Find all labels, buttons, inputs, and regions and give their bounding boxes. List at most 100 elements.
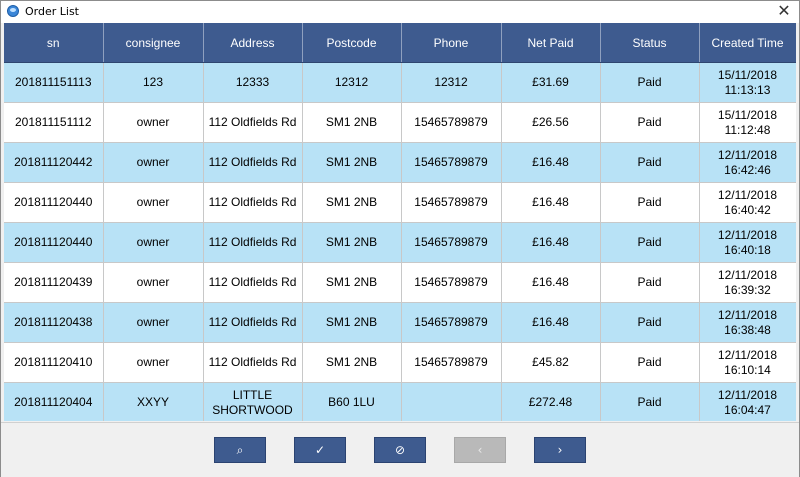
cell-postcode: SM1 2NB — [302, 262, 402, 303]
cell-sn: 201811120410 — [4, 342, 104, 383]
app-icon — [7, 5, 19, 17]
cell-postcode: SM1 2NB — [302, 342, 402, 383]
cell-address: 112 Oldfields Rd — [203, 142, 303, 183]
cell-sn: 201811120439 — [4, 262, 104, 303]
cell-consignee: 123 — [103, 62, 204, 103]
cell-consignee: owner — [103, 102, 204, 143]
cell-sn: 201811120404 — [4, 382, 104, 421]
cell-consignee: owner — [103, 182, 204, 223]
order-list-window: Order List ✕ sn consignee Address Postcode P… — [0, 0, 800, 477]
cell-sn: 201811120440 — [4, 182, 104, 223]
next-page-button[interactable]: › — [534, 437, 586, 463]
cell-consignee: owner — [103, 302, 204, 343]
cell-postcode: SM1 2NB — [302, 302, 402, 343]
close-button[interactable]: ✕ — [769, 1, 799, 23]
cell-created-time: 12/11/2018 16:04:47 — [699, 382, 796, 421]
cell-sn: 201811120442 — [4, 142, 104, 183]
column-header-postcode[interactable]: Postcode — [302, 23, 402, 63]
cell-phone: 15465789879 — [401, 222, 502, 263]
cell-status: Paid — [600, 222, 700, 263]
cell-phone: 15465789879 — [401, 182, 502, 223]
search-button[interactable]: ⌕ — [214, 437, 266, 463]
cell-consignee: XXYY — [103, 382, 204, 421]
column-header-phone[interactable]: Phone — [401, 23, 502, 63]
cell-created-time: 12/11/2018 16:10:14 — [699, 342, 796, 383]
cell-consignee: owner — [103, 262, 204, 303]
cell-net-paid: £26.56 — [501, 102, 601, 143]
cell-postcode: SM1 2NB — [302, 142, 402, 183]
cell-address: LITTLE SHORTWOOD — [203, 382, 303, 421]
table-row[interactable]: 201811120410 owner 112 Oldfields Rd SM1 2NB… — [4, 342, 796, 383]
column-header-status[interactable]: Status — [600, 23, 700, 63]
cell-sn: 201811151112 — [4, 102, 104, 143]
column-header-created-time[interactable]: Created Time — [699, 23, 796, 63]
column-header-consignee[interactable]: consignee — [103, 23, 204, 63]
cell-address: 12333 — [203, 62, 303, 103]
cell-consignee: owner — [103, 222, 204, 263]
window-title: Order List — [25, 5, 79, 18]
pager-toolbar: ⌕ ✓ ⊘ ‹ › — [1, 422, 799, 477]
table-row[interactable]: 201811120404 XXYY LITTLE SHORTWOOD B60 1LU £… — [4, 382, 796, 421]
cell-status: Paid — [600, 182, 700, 223]
cell-net-paid: £16.48 — [501, 262, 601, 303]
cell-created-time: 12/11/2018 16:38:48 — [699, 302, 796, 343]
cell-net-paid: £45.82 — [501, 342, 601, 383]
cell-status: Paid — [600, 382, 700, 421]
table-row[interactable]: 201811120440 owner 112 Oldfields Rd SM1 2NB… — [4, 182, 796, 223]
cell-address: 112 Oldfields Rd — [203, 342, 303, 383]
cell-phone: 15465789879 — [401, 302, 502, 343]
cell-address: 112 Oldfields Rd — [203, 262, 303, 303]
cell-created-time: 12/11/2018 16:42:46 — [699, 142, 796, 183]
confirm-button[interactable]: ✓ — [294, 437, 346, 463]
cell-consignee: owner — [103, 342, 204, 383]
order-grid[interactable]: sn consignee Address Postcode Phone Net Paid S… — [4, 23, 796, 421]
cell-net-paid: £272.48 — [501, 382, 601, 421]
check-icon: ✓ — [314, 443, 326, 457]
cell-net-paid: £16.48 — [501, 182, 601, 223]
cell-net-paid: £16.48 — [501, 302, 601, 343]
cell-postcode: SM1 2NB — [302, 102, 402, 143]
cell-status: Paid — [600, 262, 700, 303]
table-row[interactable]: 201811151113 123 12333 12312 12312 £31.69 Paid… — [4, 62, 796, 103]
cell-phone: 15465789879 — [401, 142, 502, 183]
table-row[interactable]: 201811120440 owner 112 Oldfields Rd SM1 2NB… — [4, 222, 796, 263]
verify-button[interactable]: ⊘ — [374, 437, 426, 463]
cell-created-time: 12/11/2018 16:39:32 — [699, 262, 796, 303]
cell-status: Paid — [600, 142, 700, 183]
cell-net-paid: £31.69 — [501, 62, 601, 103]
cell-address: 112 Oldfields Rd — [203, 302, 303, 343]
table-row[interactable]: 201811120439 owner 112 Oldfields Rd SM1 2NB… — [4, 262, 796, 303]
cell-status: Paid — [600, 302, 700, 343]
cell-address: 112 Oldfields Rd — [203, 222, 303, 263]
chevron-left-icon: ‹ — [477, 443, 483, 457]
cell-address: 112 Oldfields Rd — [203, 182, 303, 223]
cell-status: Paid — [600, 342, 700, 383]
table-row[interactable]: 201811151112 owner 112 Oldfields Rd SM1 2NB… — [4, 102, 796, 143]
cell-net-paid: £16.48 — [501, 142, 601, 183]
column-header-address[interactable]: Address — [203, 23, 303, 63]
cell-created-time: 12/11/2018 16:40:18 — [699, 222, 796, 263]
cell-postcode: SM1 2NB — [302, 222, 402, 263]
cell-sn: 201811120438 — [4, 302, 104, 343]
cell-phone — [401, 382, 502, 421]
cell-status: Paid — [600, 62, 700, 103]
title-bar: Order List ✕ — [1, 1, 799, 23]
cell-net-paid: £16.48 — [501, 222, 601, 263]
cell-postcode: 12312 — [302, 62, 402, 103]
column-header-net-paid[interactable]: Net Paid — [501, 23, 601, 63]
check-circle-icon: ⊘ — [394, 443, 406, 457]
order-table: sn consignee Address Postcode Phone Net Paid S… — [4, 23, 796, 421]
cell-address: 112 Oldfields Rd — [203, 102, 303, 143]
cell-status: Paid — [600, 102, 700, 143]
table-row[interactable]: 201811120442 owner 112 Oldfields Rd SM1 2NB… — [4, 142, 796, 183]
column-header-sn[interactable]: sn — [4, 23, 104, 63]
cell-sn: 201811120440 — [4, 222, 104, 263]
cell-consignee: owner — [103, 142, 204, 183]
cell-created-time: 15/11/2018 11:13:13 — [699, 62, 796, 103]
previous-page-button[interactable]: ‹ — [454, 437, 506, 463]
table-row[interactable]: 201811120438 owner 112 Oldfields Rd SM1 2NB… — [4, 302, 796, 343]
cell-phone: 15465789879 — [401, 102, 502, 143]
cell-created-time: 12/11/2018 16:40:42 — [699, 182, 796, 223]
cell-sn: 201811151113 — [4, 62, 104, 103]
cell-postcode: B60 1LU — [302, 382, 402, 421]
